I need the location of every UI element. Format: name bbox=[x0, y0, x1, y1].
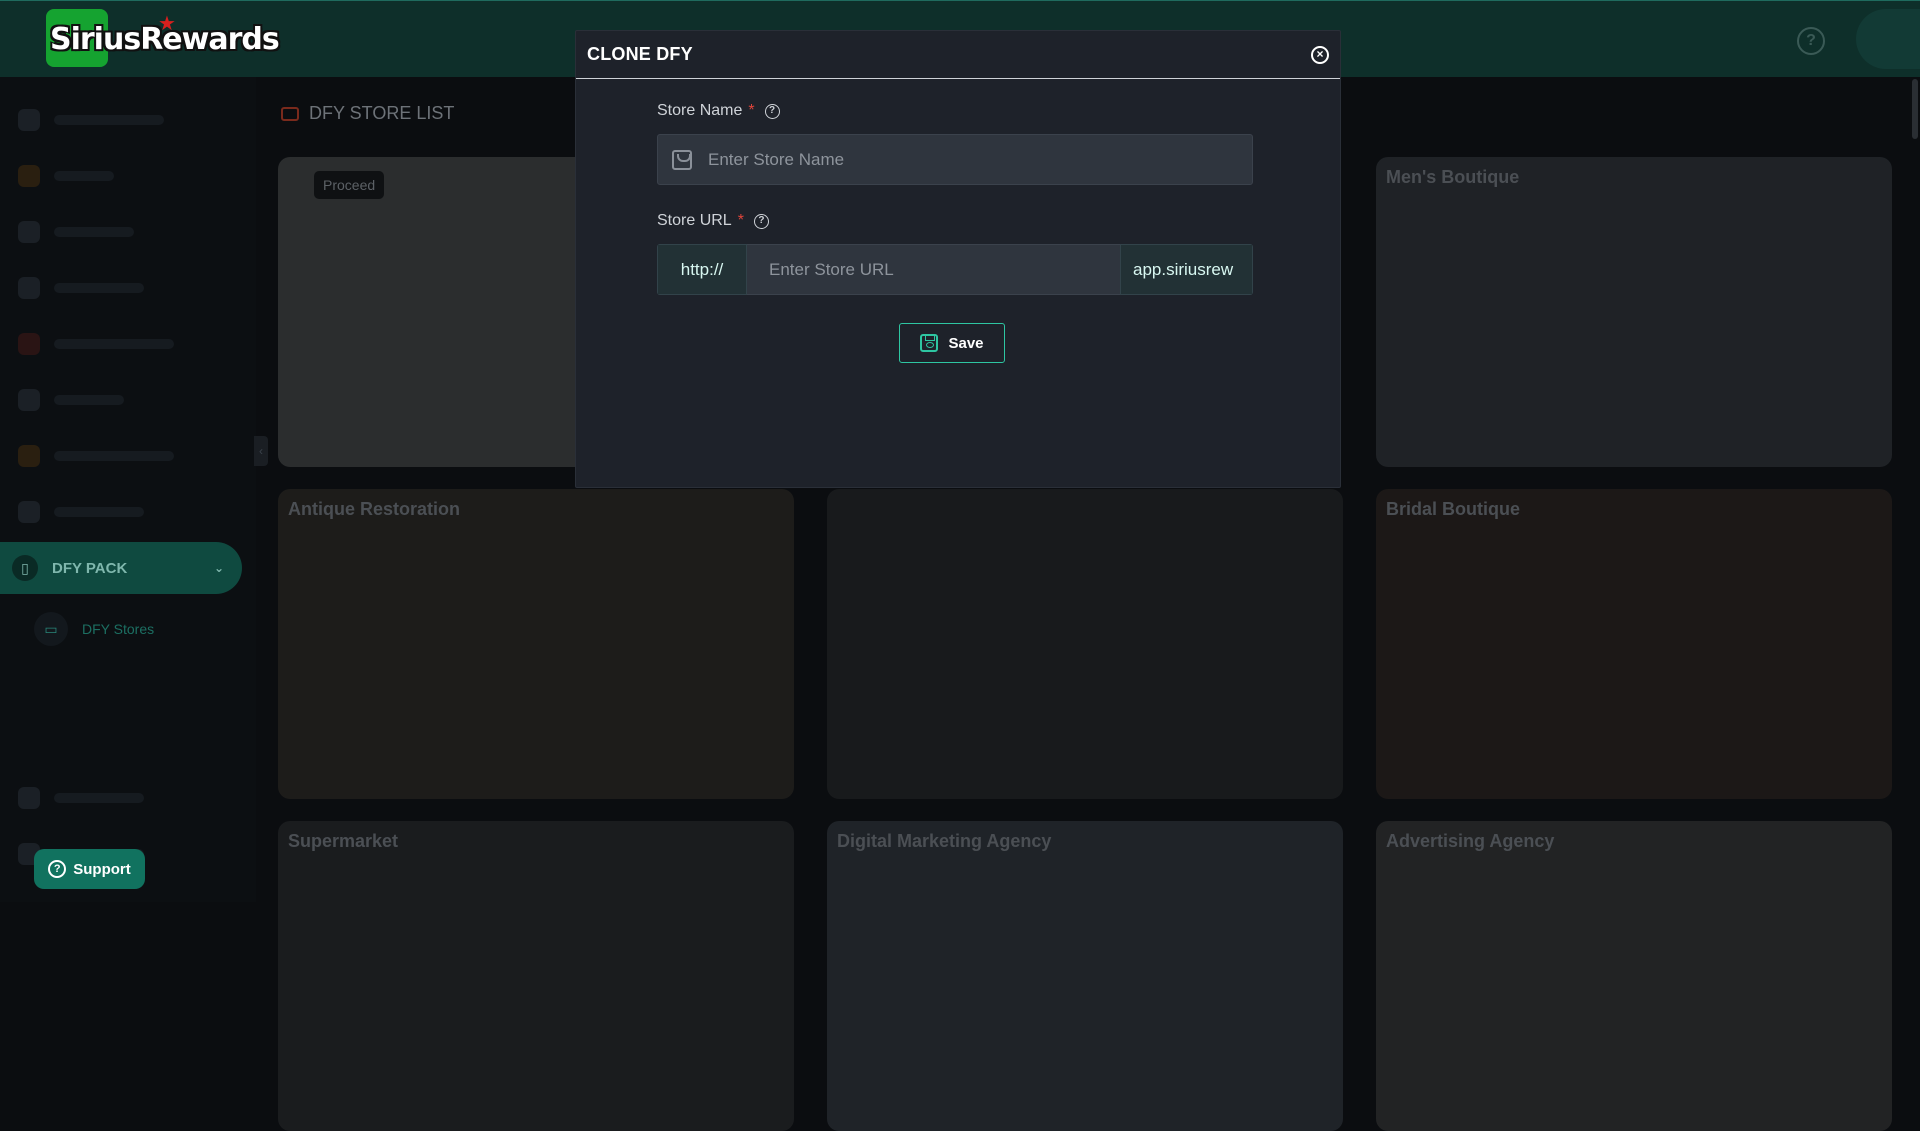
store-card[interactable]: Supermarket bbox=[278, 821, 794, 1131]
store-name-input[interactable] bbox=[692, 135, 1252, 184]
logo-star-icon: ★ bbox=[158, 13, 176, 35]
shopping-bag-icon bbox=[672, 149, 692, 170]
store-name-label-text: Store Name bbox=[657, 102, 743, 119]
sidebar-item[interactable] bbox=[18, 331, 218, 357]
sidebar-item-label: DFY PACK bbox=[52, 559, 128, 577]
support-button[interactable]: ? Support bbox=[34, 849, 145, 889]
store-card[interactable] bbox=[827, 489, 1343, 799]
help-icon[interactable]: ? bbox=[753, 213, 769, 229]
store-card-title: Men's Boutique bbox=[1386, 167, 1520, 187]
scrollbar-thumb[interactable] bbox=[1912, 79, 1918, 139]
required-mark: * bbox=[748, 102, 755, 119]
store-url-field: http:// app.siriusrew bbox=[657, 244, 1253, 295]
save-icon bbox=[920, 334, 939, 352]
close-icon[interactable]: × bbox=[1311, 45, 1329, 64]
store-card[interactable]: Antique Restoration bbox=[278, 489, 794, 799]
sidebar-item-icon bbox=[18, 165, 40, 187]
page-title: DFY STORE LIST bbox=[281, 103, 454, 124]
sidebar-item[interactable] bbox=[18, 443, 218, 469]
page-title-text: DFY STORE LIST bbox=[309, 103, 455, 123]
store-card[interactable]: Bridal Boutique bbox=[1376, 489, 1892, 799]
save-label: Save bbox=[948, 334, 984, 352]
store-card-title: Advertising Agency bbox=[1386, 831, 1555, 851]
sidebar-item-dfy-stores[interactable]: ▭ DFY Stores bbox=[34, 612, 154, 646]
sidebar-item-label: DFY Stores bbox=[82, 621, 155, 637]
sidebar-item-icon bbox=[18, 389, 40, 411]
sidebar-item[interactable] bbox=[18, 785, 218, 811]
url-prefix: http:// bbox=[657, 244, 747, 295]
sidebar-item-label bbox=[54, 451, 174, 461]
chevron-down-icon: ⌄ bbox=[213, 561, 224, 575]
sidebar-item-icon bbox=[18, 333, 40, 355]
store-url-label: Store URL * ? bbox=[657, 212, 769, 230]
sidebar-item-label bbox=[54, 507, 144, 517]
required-mark: * bbox=[737, 212, 744, 229]
clone-dfy-modal: CLONE DFY × Store Name * ? Store URL * ?… bbox=[575, 30, 1341, 488]
sidebar-item-label bbox=[54, 227, 134, 237]
monitor-icon: ▭ bbox=[34, 612, 68, 646]
sidebar-item-icon bbox=[18, 277, 40, 299]
sidebar-item[interactable] bbox=[18, 499, 218, 525]
sidebar-item-label bbox=[54, 115, 164, 125]
sidebar-item-icon bbox=[18, 787, 40, 809]
modal-header: CLONE DFY × bbox=[576, 31, 1340, 79]
sidebar-item-icon bbox=[18, 501, 40, 523]
file-icon: ▯ bbox=[12, 555, 38, 581]
modal-title: CLONE DFY bbox=[587, 44, 693, 64]
sidebar-item-label bbox=[54, 283, 144, 293]
sidebar-item[interactable] bbox=[18, 387, 218, 413]
store-url-label-text: Store URL bbox=[657, 212, 732, 229]
help-icon[interactable]: ? bbox=[1797, 27, 1825, 55]
url-suffix: app.siriusrew bbox=[1120, 244, 1253, 295]
store-card-title: Digital Marketing Agency bbox=[837, 831, 1052, 851]
sidebar-item-label bbox=[54, 793, 144, 803]
store-name-field[interactable] bbox=[657, 134, 1253, 185]
sidebar-item-dfy-pack[interactable]: ▯ DFY PACK ⌄ bbox=[0, 542, 242, 594]
save-button[interactable]: Save bbox=[899, 323, 1005, 363]
store-card-title: Supermarket bbox=[288, 831, 399, 851]
question-icon: ? bbox=[48, 860, 67, 878]
proceed-button[interactable]: Proceed bbox=[314, 171, 385, 199]
page-scrollbar[interactable] bbox=[1910, 77, 1920, 902]
sidebar-item-label bbox=[54, 171, 114, 181]
help-icon[interactable]: ? bbox=[764, 103, 780, 119]
store-url-input-wrap[interactable] bbox=[747, 244, 1120, 295]
store-card[interactable]: Digital Marketing Agency bbox=[827, 821, 1343, 1131]
app-logo[interactable]: SiriusRewards ★ bbox=[46, 9, 280, 69]
store-name-label: Store Name * ? bbox=[657, 102, 780, 120]
avatar[interactable] bbox=[1856, 9, 1920, 69]
sidebar-item-icon bbox=[18, 445, 40, 467]
sidebar-item-icon bbox=[18, 221, 40, 243]
sidebar-item[interactable] bbox=[18, 219, 218, 245]
monitor-icon bbox=[281, 106, 299, 121]
support-label: Support bbox=[73, 860, 131, 878]
sidebar-item[interactable] bbox=[18, 163, 218, 189]
sidebar-item[interactable] bbox=[18, 107, 218, 133]
sidebar-item[interactable] bbox=[18, 275, 218, 301]
sidebar bbox=[0, 77, 256, 902]
sidebar-item-label bbox=[54, 339, 174, 349]
store-card[interactable]: Men's Boutique bbox=[1376, 157, 1892, 467]
store-card-title: Bridal Boutique bbox=[1386, 499, 1520, 519]
store-card[interactable]: Advertising Agency bbox=[1376, 821, 1892, 1131]
sidebar-item-label bbox=[54, 395, 124, 405]
store-url-input[interactable] bbox=[747, 245, 1120, 294]
store-card-title: Antique Restoration bbox=[288, 499, 461, 519]
sidebar-item-icon bbox=[18, 109, 40, 131]
